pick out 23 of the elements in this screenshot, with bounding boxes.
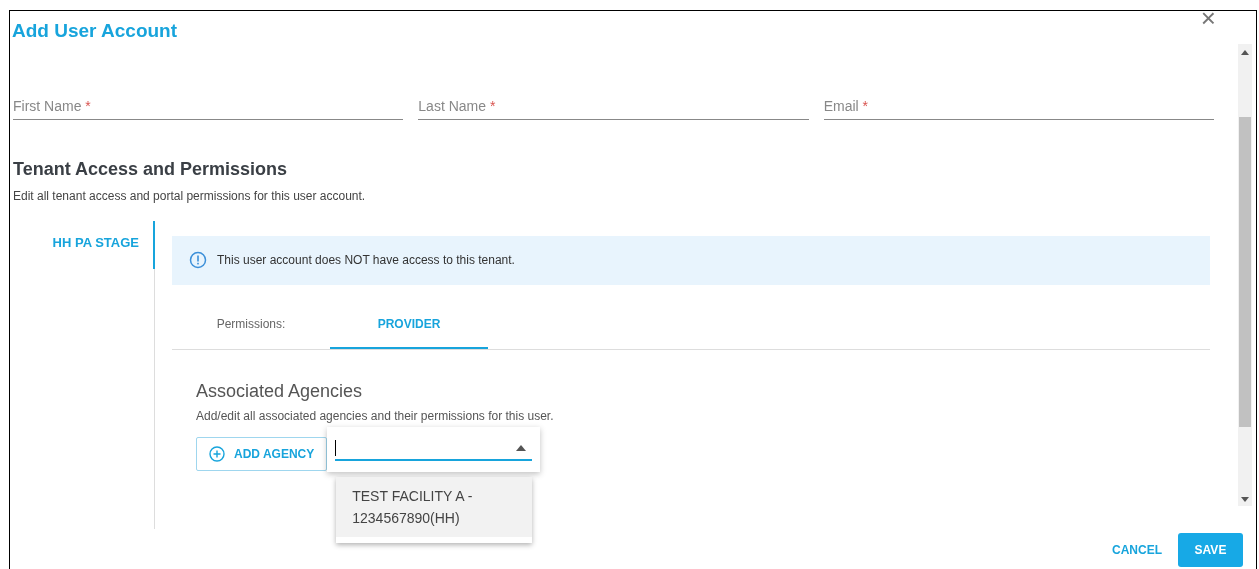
caret-up-icon [516,444,527,451]
dialog-title: Add User Account [12,19,178,43]
tabs-caption: Permissions: [215,315,287,333]
agencies-title: Associated Agencies [196,379,364,403]
section-title: Tenant Access and Permissions [13,157,289,181]
text-field[interactable]: Last Name * [418,95,809,120]
plus-circle-icon [209,446,225,462]
save-button[interactable]: SAVE [1178,533,1243,567]
section-description: Edit all tenant access and portal permissions for this user account. [13,187,367,205]
add-agency-button[interactable]: ADD AGENCY [196,437,328,471]
scroll-down-icon[interactable] [1241,496,1249,502]
close-button[interactable]: × [1200,5,1216,31]
permission-tab[interactable]: PROVIDER [330,314,488,349]
dropdown-option[interactable]: TEST FACILITY A - 1234567890(HH) [336,476,533,537]
text-field[interactable]: Email * [823,95,1214,120]
info-icon [189,251,207,269]
agencies-description: Add/edit all associated agencies and their permissions for this user. [196,407,555,425]
info-message: This user account does NOT have access to this tenant. [217,252,515,269]
text-field[interactable]: First Name * [13,95,404,120]
cancel-button[interactable]: CANCEL [1110,541,1164,559]
scroll-up-icon[interactable] [1241,49,1249,55]
tenant-tab[interactable]: HH PA STAGE [13,220,155,269]
scrollbar-thumb[interactable] [1239,116,1251,427]
